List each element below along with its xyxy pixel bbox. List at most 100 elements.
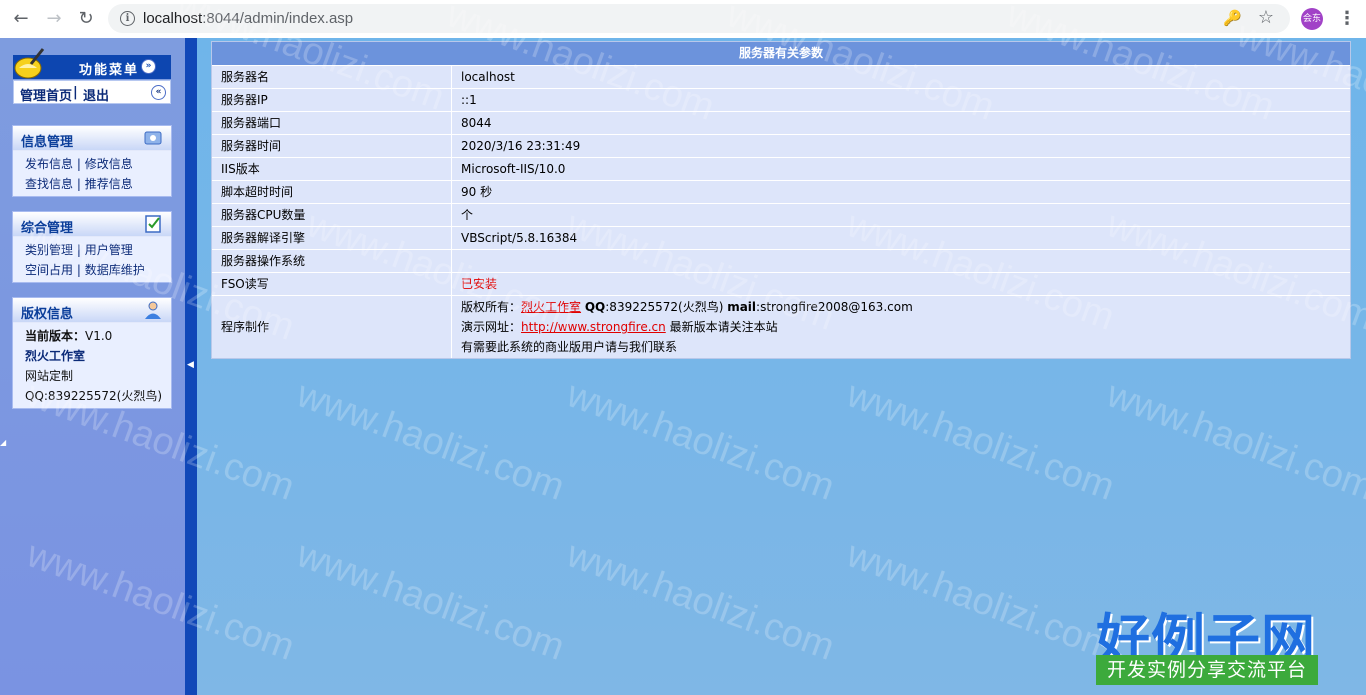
recommend-info-link[interactable]: 推荐信息 xyxy=(85,177,133,191)
row-key: 服务器端口 xyxy=(212,112,452,134)
expand-down-icon[interactable]: » xyxy=(141,59,156,74)
panel-copyright: 版权信息 当前版本：V1.0 烈火工作室 网站定制 QQ:839225572(火… xyxy=(12,297,172,409)
custom-text: 网站定制 xyxy=(25,369,74,383)
copyright-label: 版权所有： xyxy=(461,300,522,314)
row-value: Microsoft-IIS/10.0 xyxy=(461,162,566,176)
table-row: 服务器CPU数量个 xyxy=(212,203,1350,226)
key-icon[interactable]: 🔑 xyxy=(1223,9,1242,27)
separator: | xyxy=(76,263,81,277)
row-key: IIS版本 xyxy=(212,158,452,180)
mail-label: mail xyxy=(727,300,757,314)
panel-body: 当前版本：V1.0 烈火工作室 网站定制 QQ:839225572(火烈鸟) xyxy=(13,323,171,408)
reload-icon[interactable]: ↻ xyxy=(76,9,96,29)
menu-separator: | xyxy=(73,85,78,100)
row-key: 服务器名 xyxy=(212,66,452,88)
panel-header: 信息管理 xyxy=(13,126,171,151)
row-key: 脚本超时时间 xyxy=(212,181,452,203)
row-key: 服务器时间 xyxy=(212,135,452,157)
separator: | xyxy=(76,157,81,171)
edit-info-link[interactable]: 修改信息 xyxy=(85,157,133,171)
forward-arrow-icon[interactable]: → xyxy=(44,9,64,29)
panel-title: 综合管理 xyxy=(21,221,74,236)
publish-info-link[interactable]: 发布信息 xyxy=(25,157,73,171)
left-sidebar: 功能菜单 » 管理首页 | 退出 « 信息管理 发布信息 | 修改信息 查找信息… xyxy=(0,38,185,695)
qq-text: QQ:839225572(火烈鸟) xyxy=(25,389,163,403)
row-key: 服务器操作系统 xyxy=(212,250,452,272)
table-row: 服务器名 localhost xyxy=(212,65,1350,88)
category-manage-link[interactable]: 类别管理 xyxy=(25,243,73,257)
table-row: FSO读写 已安装 xyxy=(212,272,1350,295)
table-row: 脚本超时时间 90 秒 xyxy=(212,180,1350,203)
row-key: 服务器IP xyxy=(212,89,452,111)
more-menu-icon[interactable]: ⋮ xyxy=(1338,8,1356,30)
panel-body: 发布信息 | 修改信息 查找信息 | 推荐信息 xyxy=(13,151,171,196)
mail-value: :strongfire2008@163.com xyxy=(756,300,913,314)
row-value xyxy=(452,250,1350,272)
row-value: 8044 xyxy=(461,116,492,130)
collapse-left-icon[interactable]: « xyxy=(151,85,166,100)
info-icon[interactable]: i xyxy=(120,11,135,26)
table-row: 服务器操作系统 xyxy=(212,249,1350,272)
info-tools-icon xyxy=(144,131,162,145)
table-row: 服务器解译引擎 VBScript/5.8.16384 xyxy=(212,226,1350,249)
profile-avatar[interactable]: 会东 xyxy=(1301,8,1323,30)
row-value: 已安装 xyxy=(461,277,498,291)
row-value: 90 秒 xyxy=(461,185,493,199)
panel-title: 信息管理 xyxy=(21,135,74,150)
menu-header: 功能菜单 » xyxy=(13,48,171,79)
search-info-link[interactable]: 查找信息 xyxy=(25,177,73,191)
space-usage-link[interactable]: 空间占用 xyxy=(25,263,73,277)
row-value: localhost xyxy=(461,70,515,84)
studio-name: 烈火工作室 xyxy=(25,349,86,363)
table-row: IIS版本 Microsoft-IIS/10.0 xyxy=(212,157,1350,180)
star-icon[interactable]: ☆ xyxy=(1258,7,1274,28)
qq-value: :839225572(火烈鸟) xyxy=(605,300,728,314)
row-key: 程序制作 xyxy=(212,296,452,358)
browser-toolbar: ← → ↻ i localhost:8044/admin/index.asp 🔑… xyxy=(0,0,1366,39)
url-text[interactable]: localhost:8044/admin/index.asp xyxy=(143,10,353,27)
server-params-table: 服务器有关参数 服务器名 localhost 服务器IP::1 服务器端口 8044 服务… xyxy=(211,41,1351,359)
table-row: 服务器端口 8044 xyxy=(212,111,1350,134)
demo-url-label: 演示网址： xyxy=(461,320,522,334)
panel-general-management: 综合管理 类别管理 | 用户管理 空间占用 | 数据库维护 xyxy=(12,211,172,283)
user-icon xyxy=(145,301,161,319)
row-value: 2020/3/16 23:31:49 xyxy=(461,139,581,153)
table-row: 服务器时间 2020/3/16 23:31:49 xyxy=(212,134,1350,157)
database-maintain-link[interactable]: 数据库维护 xyxy=(85,263,145,277)
panel-header: 版权信息 xyxy=(13,298,171,323)
broom-logo-icon xyxy=(14,48,45,79)
panel-header: 综合管理 xyxy=(13,212,171,237)
back-arrow-icon[interactable]: ← xyxy=(11,9,31,29)
row-value: 个 xyxy=(461,208,474,222)
menu-links: 管理首页 | 退出 « xyxy=(13,80,171,104)
home-link[interactable]: 管理首页 xyxy=(20,85,72,104)
demo-url-link[interactable]: http://www.strongfire.cn xyxy=(521,320,666,334)
collapse-sidebar-icon[interactable]: ◀ xyxy=(187,360,194,370)
separator: | xyxy=(76,243,81,257)
panel-info-management: 信息管理 发布信息 | 修改信息 查找信息 | 推荐信息 xyxy=(12,125,172,197)
user-manage-link[interactable]: 用户管理 xyxy=(85,243,133,257)
address-bar[interactable]: i localhost:8044/admin/index.asp 🔑 ☆ xyxy=(108,4,1290,33)
studio-link[interactable]: 烈火工作室 xyxy=(521,300,581,314)
demo-url-note: 最新版本请关注本站 xyxy=(665,320,778,334)
checklist-icon xyxy=(145,215,161,233)
qq-label: QQ xyxy=(584,300,606,314)
commercial-note: 有需要此系统的商业版用户请与我们联系 xyxy=(461,340,678,354)
row-key: FSO读写 xyxy=(212,273,452,295)
table-row-credits: 程序制作 版权所有：烈火工作室 QQ:839225572(火烈鸟) mail:s… xyxy=(212,295,1350,358)
edge-marker-icon: ◢ xyxy=(0,438,7,447)
panel-body: 类别管理 | 用户管理 空间占用 | 数据库维护 xyxy=(13,237,171,282)
separator: | xyxy=(76,177,81,191)
row-value: VBScript/5.8.16384 xyxy=(461,231,578,245)
menu-title: 功能菜单 xyxy=(79,63,140,78)
logout-link[interactable]: 退出 xyxy=(83,85,109,104)
row-key: 服务器CPU数量 xyxy=(212,204,452,226)
version-value: V1.0 xyxy=(85,329,113,343)
row-value: ::1 xyxy=(461,93,477,107)
panel-title: 版权信息 xyxy=(21,307,74,322)
table-row: 服务器IP::1 xyxy=(212,88,1350,111)
version-label: 当前版本： xyxy=(25,329,86,343)
brand-subtitle: 开发实例分享交流平台 xyxy=(1096,655,1318,685)
row-key: 服务器解译引擎 xyxy=(212,227,452,249)
table-title: 服务器有关参数 xyxy=(212,42,1350,65)
